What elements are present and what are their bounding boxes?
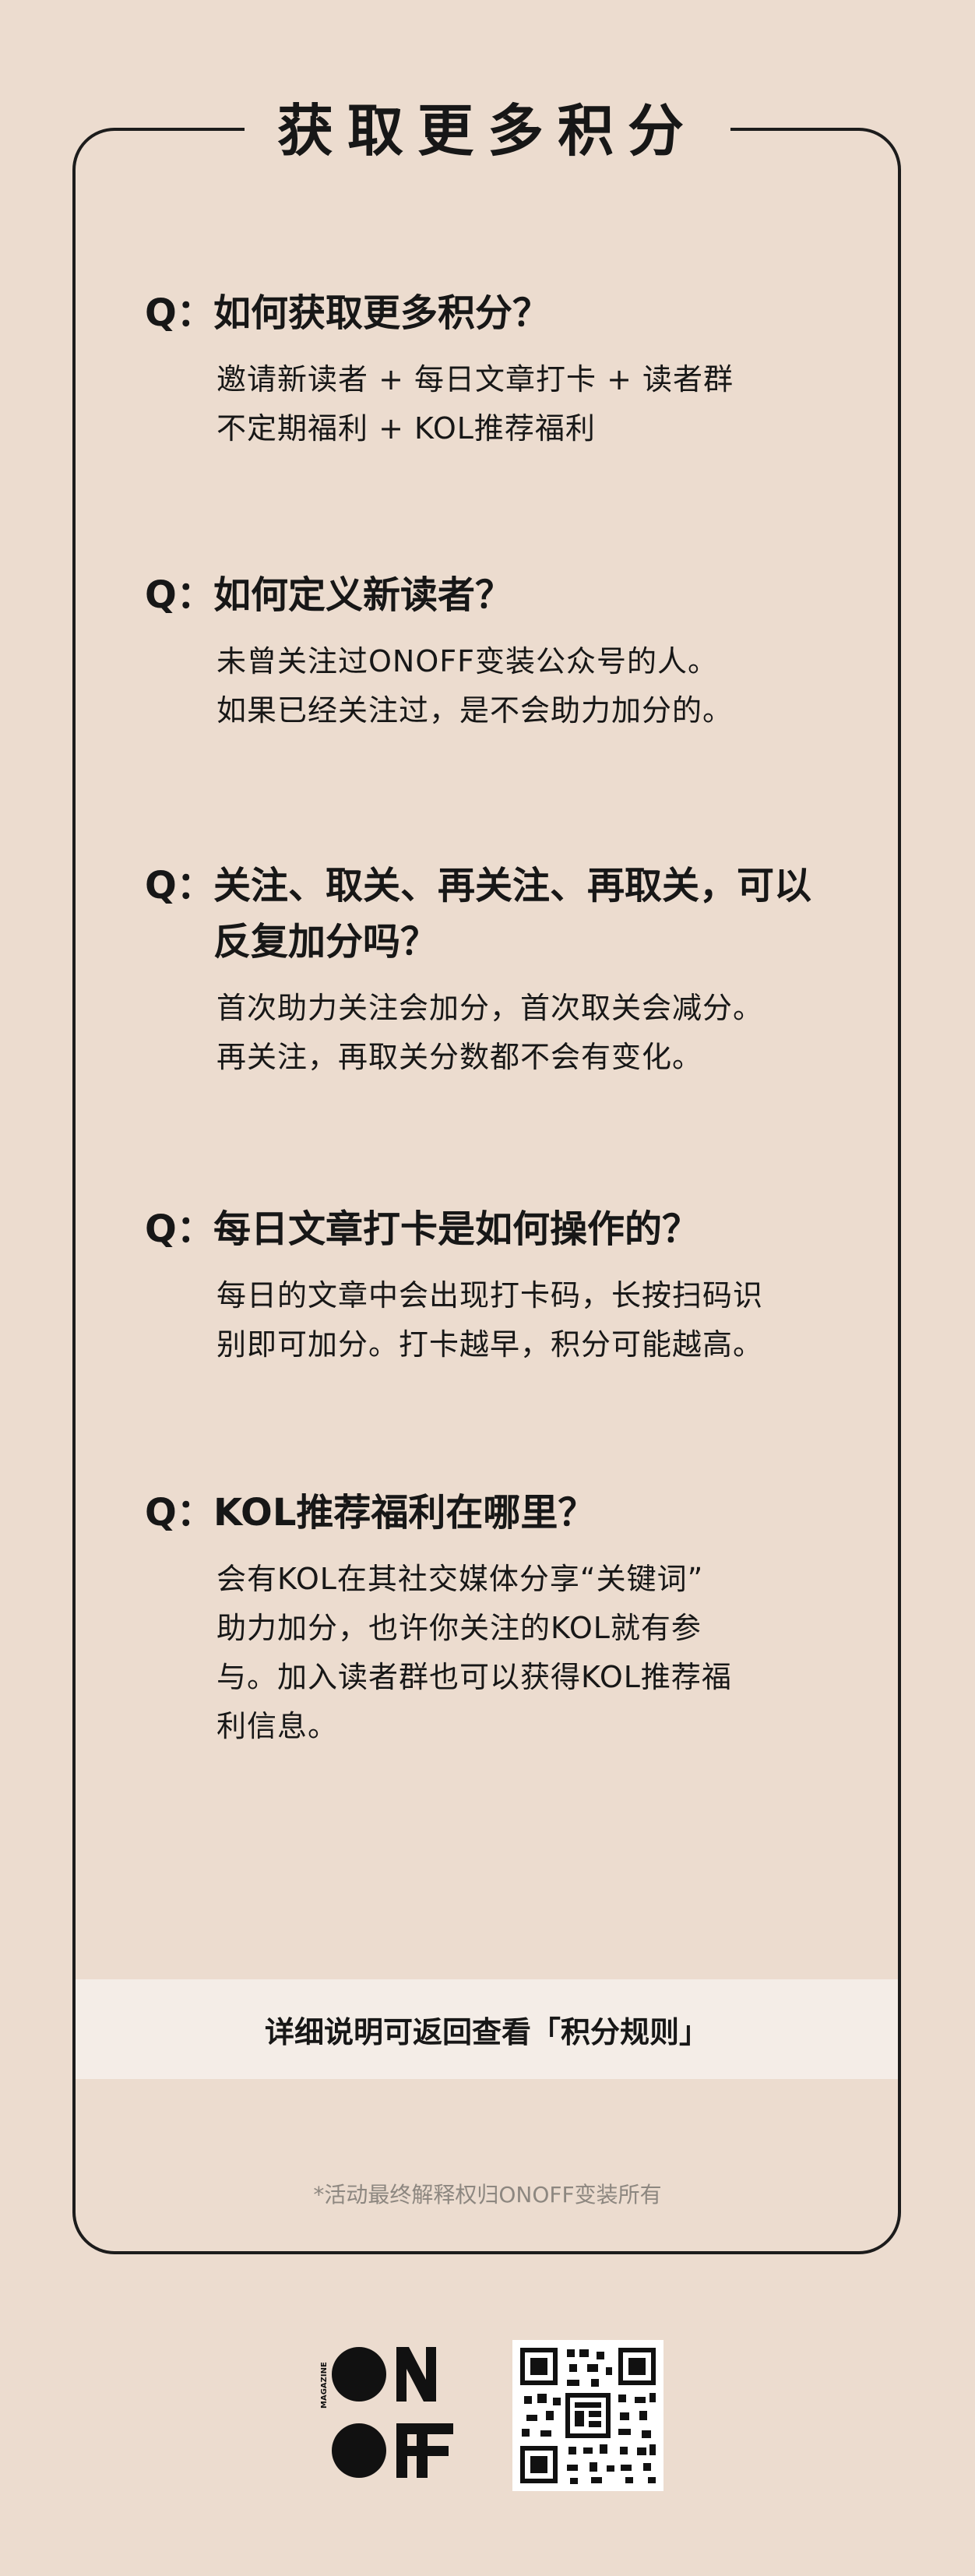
question-text: 如何获取更多积分？ xyxy=(213,291,551,335)
answer-block: 未曾关注过ONOFF变装公众号的人。 如果已经关注过，是不会助力加分的。 xyxy=(216,637,830,735)
answer-line: 助力加分，也许你关注的KOL就有参 xyxy=(216,1611,702,1645)
question-text: KOL推荐福利在哪里？ xyxy=(213,1491,596,1535)
question-text: 关注、取关、再关注、再取关，可以反复加分吗？ xyxy=(213,864,812,964)
answer-line: 每日的文章中会出现打卡码，长按扫码识 xyxy=(216,1278,764,1313)
page-title: 获取更多积分 xyxy=(244,92,730,170)
answer-line: 别即可加分。打卡越早，积分可能越高。 xyxy=(216,1327,764,1362)
rules-link-text[interactable]: 详细说明可返回查看「积分规则」 xyxy=(265,2008,709,2051)
faq-item-3: Q： 关注、取关、再关注、再取关，可以反复加分吗？ 首次助力关注会加分，首次取关… xyxy=(145,858,830,1082)
question-text: 每日文章打卡是如何操作的？ xyxy=(213,1207,700,1251)
question-prefix: Q： xyxy=(145,291,214,335)
question-row: Q： KOL推荐福利在哪里？ xyxy=(145,1485,830,1541)
qr-code-panel xyxy=(512,2340,663,2491)
faq-item-2: Q： 如何定义新读者？ 未曾关注过ONOFF变装公众号的人。 如果已经关注过，是… xyxy=(145,567,830,735)
disclaimer-text: *活动最终解释权归ONOFF变装所有 xyxy=(313,2182,662,2208)
answer-line: 再关注，再取关分数都不会有变化。 xyxy=(216,1040,703,1074)
question-row: Q： 如何定义新读者？ xyxy=(145,567,830,623)
answer-line: 如果已经关注过，是不会助力加分的。 xyxy=(216,693,734,728)
question-prefix: Q： xyxy=(145,864,214,907)
answer-line: 不定期福利 + KOL推荐福利 xyxy=(216,411,596,446)
answer-line: 首次助力关注会加分，首次取关会减分。 xyxy=(216,991,764,1025)
answer-block: 会有KOL在其社交媒体分享“关键词” 助力加分，也许你关注的KOL就有参 与。加… xyxy=(216,1555,830,1751)
answer-block: 首次助力关注会加分，首次取关会减分。 再关注，再取关分数都不会有变化。 xyxy=(216,984,830,1082)
answer-line: 未曾关注过ONOFF变装公众号的人。 xyxy=(216,644,718,678)
title-container: 获取更多积分 xyxy=(0,92,975,170)
onoff-logo-icon: MAGAZINE xyxy=(320,2347,453,2478)
rules-link-bar[interactable]: 详细说明可返回查看「积分规则」 xyxy=(76,1979,898,2079)
faq-item-1: Q： 如何获取更多积分？ 邀请新读者 + 每日文章打卡 + 读者群 不定期福利 … xyxy=(145,285,830,453)
question-prefix: Q： xyxy=(145,573,214,617)
faq-item-4: Q： 每日文章打卡是如何操作的？ 每日的文章中会出现打卡码，长按扫码识 别即可加… xyxy=(145,1201,830,1369)
answer-block: 每日的文章中会出现打卡码，长按扫码识 别即可加分。打卡越早，积分可能越高。 xyxy=(216,1271,830,1369)
logo-side-text: MAGAZINE xyxy=(320,2362,329,2409)
question-prefix: Q： xyxy=(145,1207,214,1251)
question-row: Q： 每日文章打卡是如何操作的？ xyxy=(145,1201,830,1257)
qr-code-icon xyxy=(520,2348,656,2484)
answer-block: 邀请新读者 + 每日文章打卡 + 读者群 不定期福利 + KOL推荐福利 xyxy=(216,355,830,453)
answer-line: 邀请新读者 + 每日文章打卡 + 读者群 xyxy=(216,362,734,396)
question-prefix: Q： xyxy=(145,1491,214,1535)
question-text: 如何定义新读者？ xyxy=(213,573,513,617)
answer-line: 会有KOL在其社交媒体分享“关键词” xyxy=(216,1562,704,1596)
answer-line: 利信息。 xyxy=(216,1709,339,1743)
answer-line: 与。加入读者群也可以获得KOL推荐福 xyxy=(216,1660,732,1694)
faq-item-5: Q： KOL推荐福利在哪里？ 会有KOL在其社交媒体分享“关键词” 助力加分，也… xyxy=(145,1485,830,1751)
question-row: Q： 关注、取关、再关注、再取关，可以反复加分吗？ xyxy=(145,858,830,970)
question-row: Q： 如何获取更多积分？ xyxy=(145,285,830,341)
